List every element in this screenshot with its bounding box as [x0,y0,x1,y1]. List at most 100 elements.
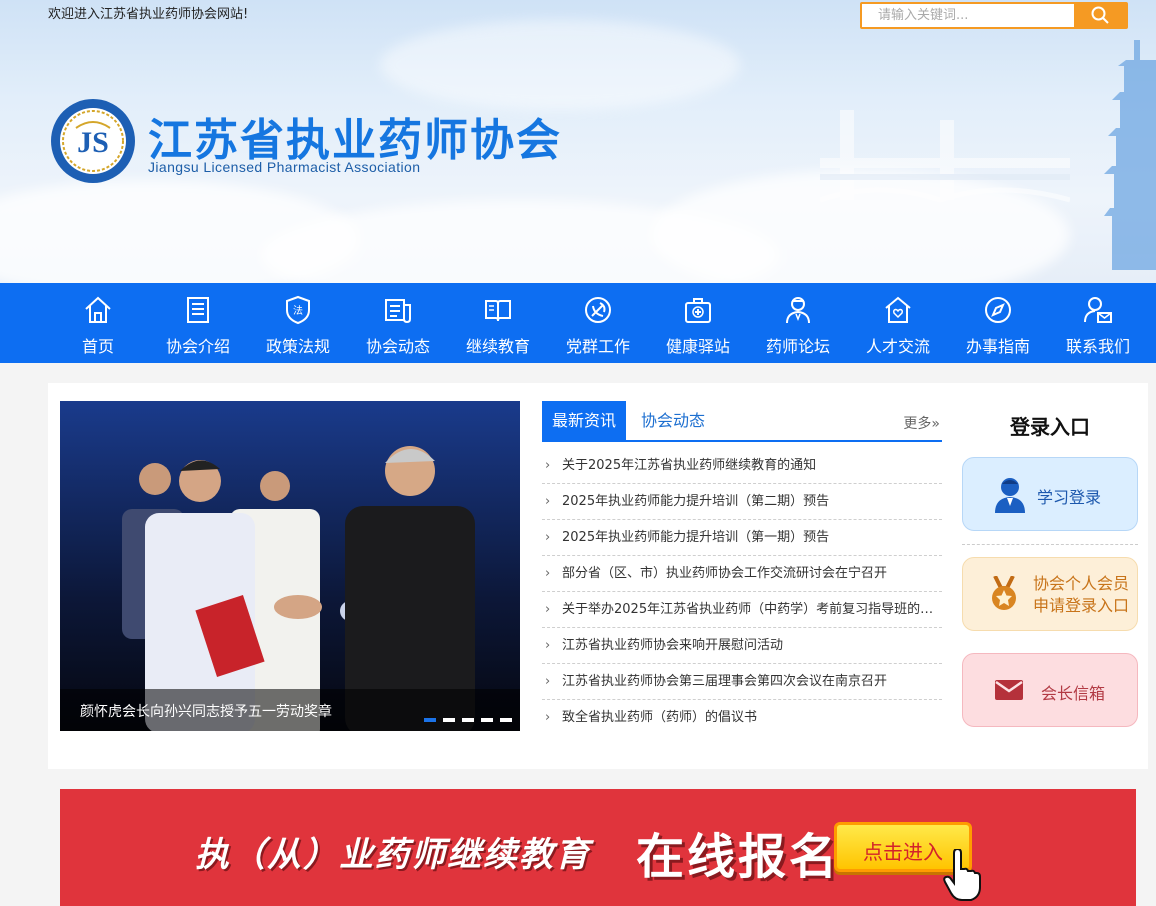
pointer-hand-icon [943,849,981,901]
login-title: 登录入口 [1010,415,1090,439]
news-title: 江苏省执业药师协会第三届理事会第四次会议在南京召开 [562,674,888,689]
photo-slider[interactable]: 颜怀虎会长向孙兴同志授予五一劳动奖章 [60,401,520,731]
news-title: 部分省（区、市）执业药师协会工作交流研讨会在宁召开 [562,566,888,581]
site-header: 欢迎进入江苏省执业药师协会网站! JS 江苏省执业药师协会 Jiangsu Li… [0,0,1156,283]
news-title: 关于举办2025年江苏省执业药师（中药学）考前复习指导班的通知 [562,602,942,617]
nav-policy[interactable]: 法 政策法规 [248,283,348,363]
nav-label: 继续教育 [465,337,530,356]
search-button[interactable] [1074,4,1126,27]
slider-dot[interactable] [481,718,493,722]
medal-icon [992,576,1016,610]
more-label: 更多 [903,416,932,432]
chevron-right-icon: › [545,458,551,473]
nav-label: 党群工作 [565,337,630,356]
study-login-button[interactable]: 学习登录 [962,457,1138,531]
contact-mail-icon [1084,297,1112,323]
nav-news[interactable]: 协会动态 [348,283,448,363]
news-title: 关于2025年江苏省执业药师继续教育的通知 [562,458,817,473]
nav-home[interactable]: 首页 [48,283,148,363]
nav-health[interactable]: 健康驿站 [648,283,748,363]
pagoda-illustration [1104,40,1156,270]
news-item[interactable]: › 2025年执业药师能力提升培训（第一期）预告 [542,520,942,556]
compass-icon [985,297,1011,323]
user-icon [995,478,1025,513]
party-emblem-icon [585,297,611,323]
svg-text:JS: JS [77,126,109,159]
tab-latest-news[interactable]: 最新资讯 [542,401,627,440]
news-icon [385,299,411,324]
nav-label: 人才交流 [865,337,930,356]
tab-association-news[interactable]: 协会动态 [631,401,715,440]
news-title: 2025年执业药师能力提升培训（第一期）预告 [562,530,830,545]
news-item[interactable]: › 2025年执业药师能力提升培训（第二期）预告 [542,484,942,520]
nav-guide[interactable]: 办事指南 [948,283,1048,363]
house-heart-icon [885,296,911,323]
mail-icon [995,680,1023,700]
search-input[interactable] [862,4,1076,27]
chevron-right-icon: › [545,602,551,617]
news-tab-bar: 最新资讯 协会动态 更多» [542,401,942,442]
online-registration-banner[interactable]: 执（从）业药师继续教育 在线报名 点击进入 [60,789,1136,906]
news-title: 致全省执业药师（药师）的倡议书 [562,710,758,725]
news-section: 最新资讯 协会动态 更多» › 关于2025年江苏省执业药师继续教育的通知 › 20… [542,401,942,741]
chevron-right-icon: › [545,710,551,725]
more-link[interactable]: 更多» [903,413,940,433]
law-shield-icon: 法 [286,295,310,325]
president-mailbox-button[interactable]: 会长信箱 [962,653,1138,727]
slider-dot[interactable] [424,718,436,722]
main-nav: 首页 协会介绍 法 政策法规 协会动态 继续教育 党群工作 健康驿站 药师论坛 … [0,283,1156,363]
chevron-right-icon: › [545,638,551,653]
nav-label: 联系我们 [1065,337,1130,356]
banner-text: 执（从）业药师继续教育 [195,835,591,875]
news-item[interactable]: › 江苏省执业药师协会来响开展慰问活动 [542,628,942,664]
nav-label: 健康驿站 [665,337,730,356]
bridge-illustration [820,110,1070,203]
nav-label: 首页 [81,337,114,356]
login-section: 登录入口 学习登录 协会个人会员 申请登录入口 会长信箱 [962,401,1138,741]
pharmacist-icon [786,297,810,324]
divider [962,544,1138,545]
cloud-decoration [380,20,740,110]
double-chevron-right-icon: » [931,416,940,432]
medical-kit-icon [685,298,711,323]
nav-label: 办事指南 [965,337,1030,356]
nav-label: 药师论坛 [765,337,830,356]
banner-highlight: 在线报名 [636,829,841,885]
home-icon [85,296,111,323]
document-list-icon [187,297,209,323]
content-panel: 颜怀虎会长向孙兴同志授予五一劳动奖章 最新资讯 协会动态 更多» › 关于2025… [48,383,1148,769]
nav-label: 协会介绍 [165,337,230,356]
nav-education[interactable]: 继续教育 [448,283,548,363]
news-item[interactable]: › 关于2025年江苏省执业药师继续教育的通知 [542,448,942,484]
nav-contact[interactable]: 联系我们 [1048,283,1148,363]
news-list: › 关于2025年江苏省执业药师继续教育的通知 › 2025年执业药师能力提升培训（… [542,448,942,736]
news-title: 2025年执业药师能力提升培训（第二期）预告 [562,494,830,509]
slide-caption: 颜怀虎会长向孙兴同志授予五一劳动奖章 [80,704,332,720]
slider-dots [417,707,512,726]
chevron-right-icon: › [545,494,551,509]
slider-dot[interactable] [462,718,474,722]
nav-label: 协会动态 [365,337,430,356]
slider-dot[interactable] [500,718,512,722]
news-item[interactable]: › 江苏省执业药师协会第三届理事会第四次会议在南京召开 [542,664,942,700]
nav-party[interactable]: 党群工作 [548,283,648,363]
association-logo: JS [51,99,135,183]
news-item[interactable]: › 部分省（区、市）执业药师协会工作交流研讨会在宁召开 [542,556,942,592]
member-login-label-line2: 申请登录入口 [1033,596,1130,615]
chevron-right-icon: › [545,566,551,581]
chevron-right-icon: › [545,674,551,689]
member-login-button[interactable]: 协会个人会员 申请登录入口 [962,557,1138,631]
news-item[interactable]: › 致全省执业药师（药师）的倡议书 [542,700,942,736]
news-title: 江苏省执业药师协会来响开展慰问活动 [562,638,784,653]
nav-about[interactable]: 协会介绍 [148,283,248,363]
president-mailbox-label: 会长信箱 [1041,684,1106,703]
search-icon [1091,6,1109,24]
chevron-right-icon: › [545,530,551,545]
search-box [860,2,1128,29]
nav-talent[interactable]: 人才交流 [848,283,948,363]
slider-dot[interactable] [443,718,455,722]
award-ceremony-photo [60,401,520,731]
news-item[interactable]: › 关于举办2025年江苏省执业药师（中药学）考前复习指导班的通知 [542,592,942,628]
study-login-label: 学习登录 [1037,488,1102,507]
nav-forum[interactable]: 药师论坛 [748,283,848,363]
